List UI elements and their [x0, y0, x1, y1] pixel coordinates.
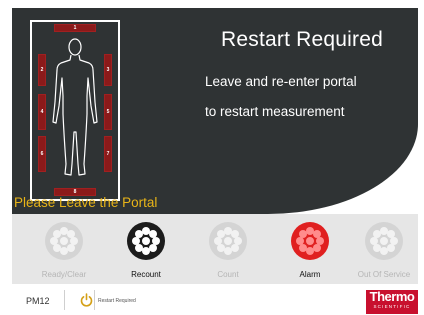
- footer-bar: PM12 Restart Required Thermo SCIENTIFIC: [12, 286, 418, 315]
- lamp-dot: [380, 237, 388, 245]
- detector-3: 3: [104, 54, 112, 86]
- power-icon: [80, 293, 93, 307]
- main-status-panel: 1 2 4 6 3 5 7 8 Restart Required Leave a…: [12, 8, 418, 214]
- portal-id: PM12: [26, 296, 50, 306]
- lamp-dot: [296, 237, 304, 245]
- lamp-dot: [306, 247, 314, 255]
- leave-portal-instruction: Please Leave the Portal: [14, 195, 158, 210]
- status-label: Ready/Clear: [41, 270, 87, 279]
- lamp-dot: [216, 229, 225, 238]
- lamp-dot: [298, 244, 307, 253]
- detector-1: 1: [54, 24, 96, 32]
- lamp-dot: [298, 229, 307, 238]
- lamp-dot: [149, 244, 158, 253]
- detector-4: 4: [38, 94, 46, 130]
- portal-monitor-screen: 1 2 4 6 3 5 7 8 Restart Required Leave a…: [0, 0, 424, 315]
- lamp-dot: [370, 237, 378, 245]
- detector-5: 5: [104, 94, 112, 130]
- message-line-1: Leave and re-enter portal: [205, 74, 357, 89]
- lamp-dot: [224, 247, 232, 255]
- status-label: Count: [217, 270, 239, 279]
- footer-status-text: Restart Required: [98, 298, 136, 304]
- message-line-2: to restart measurement: [205, 104, 345, 119]
- lamp-dot: [52, 244, 61, 253]
- lamp-dot: [372, 229, 381, 238]
- status-ready-clear: Ready/Clear: [26, 222, 102, 279]
- status-label: Alarm: [299, 270, 321, 279]
- brand-sub: SCIENTIFIC: [373, 304, 411, 309]
- lamp-dot: [50, 237, 58, 245]
- status-recount: Recount: [108, 222, 184, 279]
- lamp-dot: [231, 244, 240, 253]
- status-count: Count: [190, 222, 266, 279]
- lamp-dot: [132, 237, 140, 245]
- lamp-dot: [52, 229, 61, 238]
- brand-logo: Thermo SCIENTIFIC: [366, 290, 418, 314]
- lamp-dot: [306, 237, 314, 245]
- lamp-dot: [387, 244, 396, 253]
- lamp-dot: [313, 244, 322, 253]
- lamp-dot: [134, 229, 143, 238]
- lamp-dot: [60, 247, 68, 255]
- status-lamp-icon: [45, 222, 83, 260]
- divider: [64, 290, 65, 310]
- lamp-dot: [134, 244, 143, 253]
- detector-2: 2: [38, 54, 46, 86]
- lamp-dot: [142, 237, 150, 245]
- status-label: Out Of Service: [357, 270, 411, 279]
- lamp-dot: [67, 244, 76, 253]
- lamp-dot: [60, 237, 68, 245]
- status-lamp-icon: [127, 222, 165, 260]
- lamp-dot: [142, 247, 150, 255]
- brand-name: Thermo: [369, 289, 415, 304]
- detector-6: 6: [38, 136, 46, 172]
- person-silhouette-icon: [52, 38, 98, 176]
- lamp-dot: [380, 247, 388, 255]
- status-out-of-service: Out Of Service: [346, 222, 422, 279]
- status-lamp-icon: [209, 222, 247, 260]
- divider: [94, 290, 95, 310]
- status-alarm: Alarm: [272, 222, 348, 279]
- status-indicator-bar: Ready/Clear Recount Count Alarm Out Of S…: [12, 214, 418, 284]
- detector-diagram: 1 2 4 6 3 5 7 8: [30, 20, 120, 201]
- status-lamp-icon: [365, 222, 403, 260]
- page-title: Restart Required: [221, 28, 383, 51]
- lamp-dot: [372, 244, 381, 253]
- lamp-dot: [224, 237, 232, 245]
- lamp-dot: [214, 237, 222, 245]
- lamp-dot: [216, 244, 225, 253]
- status-label: Recount: [131, 270, 161, 279]
- status-lamp-icon: [291, 222, 329, 260]
- detector-7: 7: [104, 136, 112, 172]
